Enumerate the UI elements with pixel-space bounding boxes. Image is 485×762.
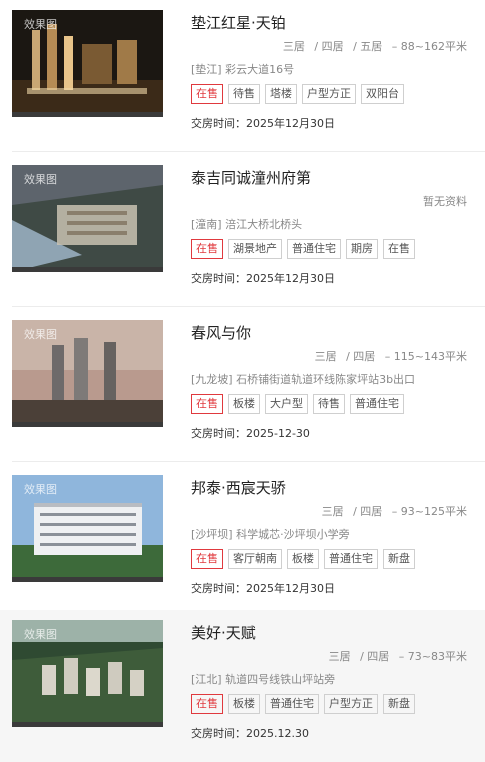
tag: 双阳台 [361, 84, 404, 104]
watermark-label: 效果图 [24, 18, 57, 31]
tag: 普通住宅 [350, 394, 404, 414]
delivery-date: 交房时间：2025-12-30 [191, 427, 310, 440]
delivery-date: 交房时间：2025年12月30日 [191, 582, 335, 595]
listing-item[interactable]: 效果图 邦泰·西宸天骄 三居 / 四居 – 93~125平米 [沙坪坝] 科学城… [0, 465, 485, 617]
tag: 客厅朝南 [228, 549, 282, 569]
listing-address: [九龙坡] 石桥铺街道轨道环线陈家坪站3b出口 [191, 373, 416, 386]
tag-status: 在售 [191, 84, 223, 104]
divider [12, 306, 485, 307]
watermark-label: 效果图 [24, 483, 57, 496]
tag: 湖景地产 [228, 239, 282, 259]
listing-address: [江北] 轨道四号线铁山坪站旁 [191, 673, 336, 686]
tag: 新盘 [383, 694, 415, 714]
listing-address: [沙坪坝] 科学城芯·沙坪坝小学旁 [191, 528, 350, 541]
listing-thumbnail[interactable]: 效果图 [12, 475, 163, 582]
tag: 期房 [346, 239, 378, 259]
listing-layout-info: 三居 / 四居 – 93~125平米 [321, 505, 467, 518]
listing-layout-info: 三居 / 四居 / 五居 – 88~162平米 [282, 40, 467, 53]
listing-title[interactable]: 美好·天赋 [191, 622, 256, 643]
listing-thumbnail[interactable]: 效果图 [12, 620, 163, 727]
listing-title[interactable]: 垫江红星·天铂 [191, 12, 286, 33]
listing-title[interactable]: 泰吉同诚潼州府第 [191, 167, 311, 188]
listing-tags: 在售 客厅朝南 板楼 普通住宅 新盘 [191, 549, 415, 569]
tag-status: 在售 [191, 394, 223, 414]
listing-layout-info: 三居 / 四居 – 115~143平米 [314, 350, 467, 363]
tag: 待售 [228, 84, 260, 104]
tag: 普通住宅 [287, 239, 341, 259]
listing-item[interactable]: 效果图 春风与你 三居 / 四居 – 115~143平米 [九龙坡] 石桥铺街道… [0, 310, 485, 462]
tag: 板楼 [228, 394, 260, 414]
listing-tags: 在售 板楼 大户型 待售 普通住宅 [191, 394, 404, 414]
tag: 户型方正 [324, 694, 378, 714]
divider [12, 151, 485, 152]
tag: 户型方正 [302, 84, 356, 104]
listing-thumbnail[interactable]: 效果图 [12, 320, 163, 427]
listing-thumbnail[interactable]: 效果图 [12, 165, 163, 272]
listing-thumbnail[interactable]: 效果图 [12, 10, 163, 117]
listing-item[interactable]: 效果图 泰吉同诚潼州府第 暂无资料 [潼南] 涪江大桥北桥头 在售 湖景地产 普… [0, 155, 485, 307]
tag: 待售 [313, 394, 345, 414]
delivery-date: 交房时间：2025年12月30日 [191, 272, 335, 285]
listing-item[interactable]: 效果图 美好·天赋 三居 / 四居 – 73~83平米 [江北] 轨道四号线铁山… [0, 610, 485, 762]
tag: 在售 [383, 239, 415, 259]
listing-title[interactable]: 春风与你 [191, 322, 251, 343]
listing-title[interactable]: 邦泰·西宸天骄 [191, 477, 286, 498]
listing-item[interactable]: 效果图 垫江红星·天铂 三居 / 四居 / 五居 – 88~162平米 [垫江]… [0, 0, 485, 152]
thumbnail-bar [12, 722, 163, 727]
tag: 板楼 [287, 549, 319, 569]
thumbnail-bar [12, 112, 163, 117]
tag-status: 在售 [191, 549, 223, 569]
thumbnail-bar [12, 577, 163, 582]
tag: 普通住宅 [265, 694, 319, 714]
delivery-date: 交房时间：2025.12.30 [191, 727, 309, 740]
listing-address: [垫江] 彩云大道16号 [191, 63, 295, 76]
delivery-date: 交房时间：2025年12月30日 [191, 117, 335, 130]
tag: 塔楼 [265, 84, 297, 104]
listing-layout-info: 三居 / 四居 – 73~83平米 [328, 650, 467, 663]
listing-layout-info: 暂无资料 [423, 195, 467, 208]
tag: 新盘 [383, 549, 415, 569]
tag-status: 在售 [191, 694, 223, 714]
watermark-label: 效果图 [24, 328, 57, 341]
divider [12, 461, 485, 462]
listing-tags: 在售 湖景地产 普通住宅 期房 在售 [191, 239, 415, 259]
thumbnail-bar [12, 422, 163, 427]
tag-status: 在售 [191, 239, 223, 259]
tag: 板楼 [228, 694, 260, 714]
watermark-label: 效果图 [24, 628, 57, 641]
tag: 大户型 [265, 394, 308, 414]
tag: 普通住宅 [324, 549, 378, 569]
listing-address: [潼南] 涪江大桥北桥头 [191, 218, 303, 231]
listing-tags: 在售 板楼 普通住宅 户型方正 新盘 [191, 694, 415, 714]
listing-tags: 在售 待售 塔楼 户型方正 双阳台 [191, 84, 404, 104]
thumbnail-bar [12, 267, 163, 272]
watermark-label: 效果图 [24, 173, 57, 186]
